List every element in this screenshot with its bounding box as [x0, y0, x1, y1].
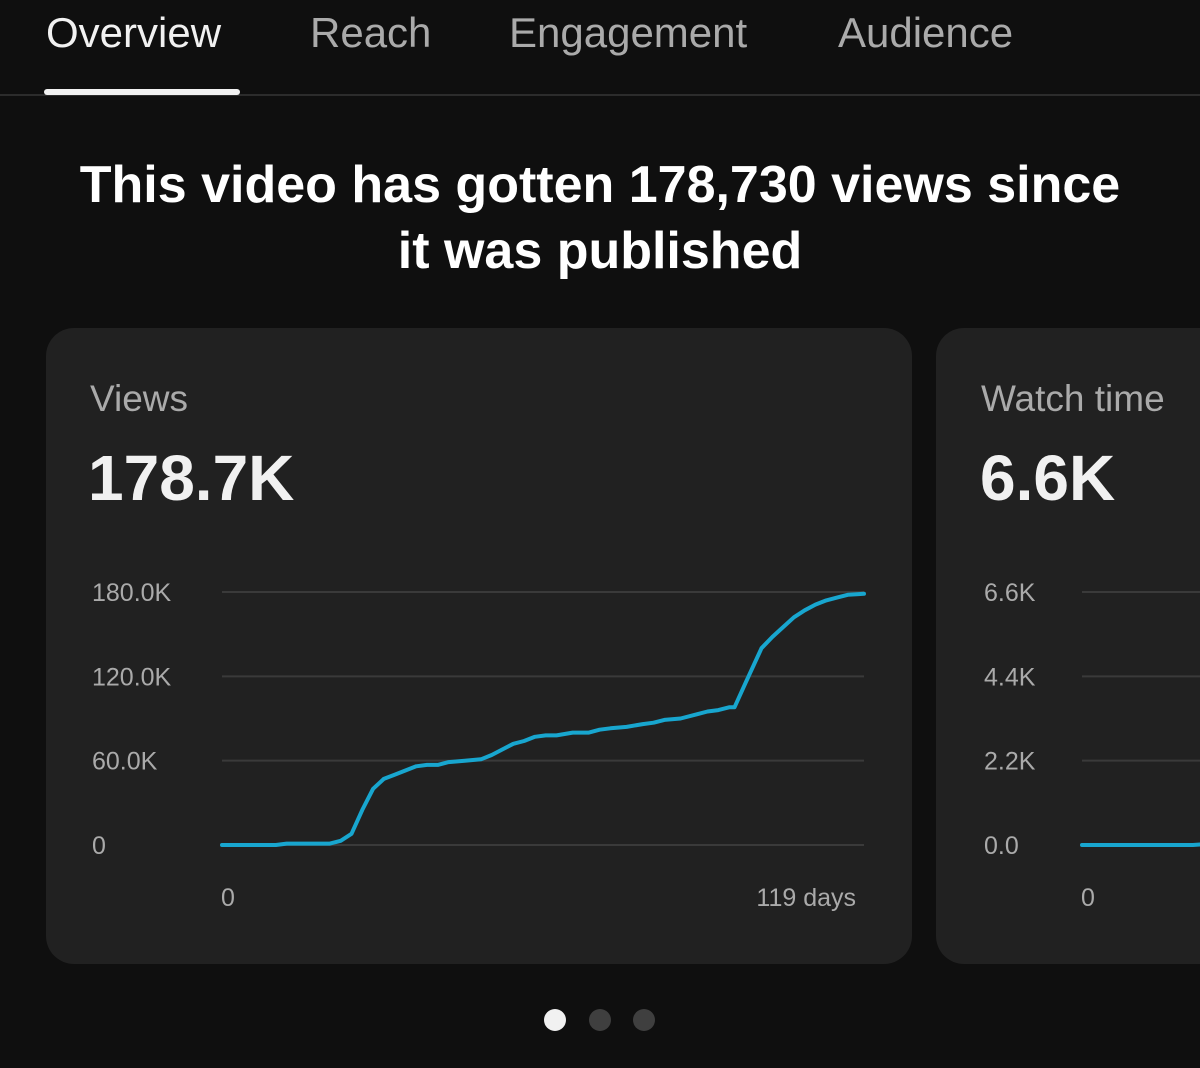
views-x-tick-label: 0: [221, 884, 235, 912]
views-y-tick-label: 0: [92, 832, 106, 860]
pager-dot-2[interactable]: [589, 1009, 611, 1031]
watch-time-y-tick-label: 6.6K: [984, 579, 1036, 607]
views-y-tick-label: 180.0K: [92, 579, 172, 607]
headline-line-1: This video has gotten 178,730 views sinc…: [79, 156, 1121, 214]
watch-time-card[interactable]: Watch time 6.6K 0.0 2.2K 4.4K 6.6K 0: [936, 328, 1200, 964]
views-series-line: [220, 591, 866, 847]
pager-dot-1[interactable]: [544, 1009, 566, 1031]
views-chart: 0 60.0K 120.0K 180.0K 0 119 days: [92, 579, 866, 912]
tab-audience[interactable]: Audience: [838, 10, 1013, 56]
tab-bar: Overview Reach Engagement Audience: [0, 0, 1200, 96]
views-y-tick-label: 120.0K: [92, 663, 172, 691]
page-headline: This video has gotten 178,730 views sinc…: [0, 152, 1200, 284]
active-tab-indicator: [44, 89, 240, 95]
watch-time-y-tick-label: 0.0: [984, 832, 1019, 860]
watch-time-chart: 0.0 2.2K 4.4K 6.6K 0: [984, 579, 1200, 912]
watch-time-x-tick-label: 0: [1081, 884, 1095, 912]
watch-time-y-tick-label: 4.4K: [984, 663, 1036, 691]
pager-dot-3[interactable]: [633, 1009, 655, 1031]
tab-reach[interactable]: Reach: [310, 10, 431, 56]
views-x-tick-label: 119 days: [756, 884, 856, 912]
analytics-page: Overview Reach Engagement Audience This …: [0, 0, 1200, 1068]
tab-engagement[interactable]: Engagement: [509, 10, 747, 56]
views-y-tick-label: 60.0K: [92, 748, 158, 776]
views-card[interactable]: Views 178.7K 0 60.0K 120.0K 180.0K 0 119 days: [46, 328, 912, 964]
tab-overview[interactable]: Overview: [46, 10, 221, 56]
watch-time-series-line: [1080, 842, 1200, 847]
watch-time-y-tick-label: 2.2K: [984, 748, 1036, 776]
headline-line-2: it was published: [397, 222, 803, 280]
